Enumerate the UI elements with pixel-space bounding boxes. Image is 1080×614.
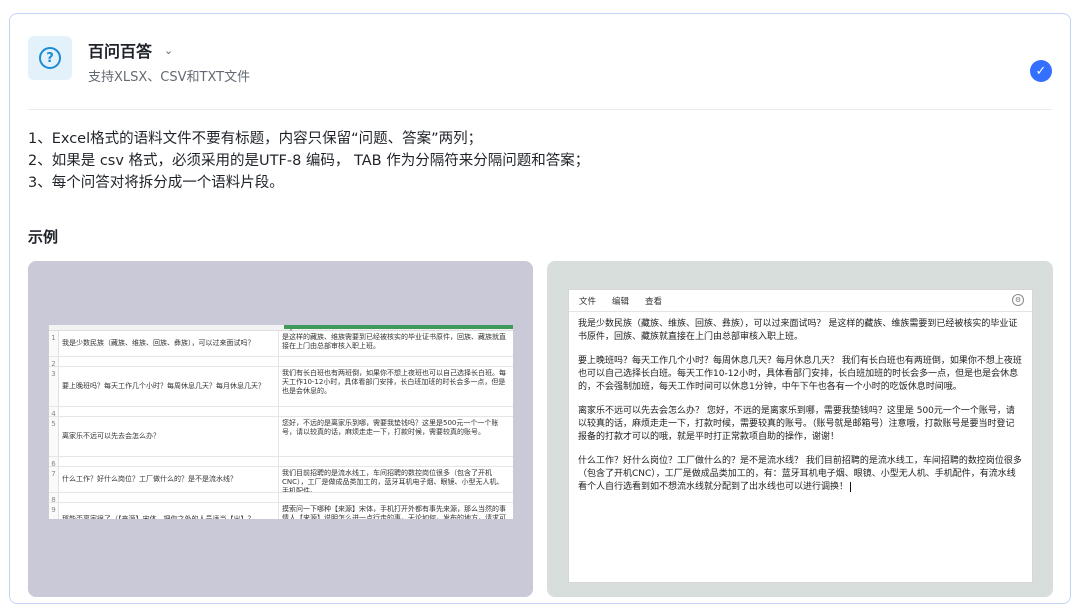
rules-list: 1、Excel格式的语料文件不要有标题，内容只保留“问题、答案”两列； 2、如果… bbox=[28, 128, 589, 194]
answer-cell: 您好，不远的是离家乐到哪，需要我垫钱吗？这里是500元一个一个账号，请以较真的话… bbox=[282, 419, 499, 436]
row-number: 8 bbox=[49, 493, 59, 502]
row-number: 4 bbox=[49, 407, 59, 416]
spreadsheet: 1 我是少数民族（藏族、维族、回族、彝族），可以过来面试吗？ 是这样的藏族、维族需要… bbox=[48, 325, 513, 519]
question-cell bbox=[59, 357, 279, 366]
table-row: 9 那能否离家很了（【来源】宋体，把你之外的人员适当【出】？ 摸索问一下哪种【来源】… bbox=[49, 503, 513, 519]
spreadsheet-example-image: 1 我是少数民族（藏族、维族、回族、彝族），可以过来面试吗？ 是这样的藏族、维族需要… bbox=[28, 261, 533, 597]
table-row: 3 要上晚班吗？每天工作几个小时？每周休息几天？每月休息几天？ 我们有长白班也有两班… bbox=[49, 367, 513, 407]
answer-cell bbox=[279, 407, 513, 416]
question-cell: 什么工作？好什么岗位？工厂做什么的？是不是流水线？ bbox=[59, 467, 279, 492]
answer-cell: 我们目前招聘的是流水线工，车间招聘的数控岗位很多（包含了开机CNC），工厂是做成… bbox=[282, 469, 504, 492]
question-cell bbox=[59, 407, 279, 416]
rule-item: 3、每个问答对将拆分成一个语料片段。 bbox=[28, 175, 284, 191]
question-cell: 我是少数民族（藏族、维族、回族、彝族），可以过来面试吗？ bbox=[59, 331, 279, 356]
menu-file: 文件 bbox=[579, 296, 597, 307]
title-row[interactable]: 百问百答 ⌄ bbox=[88, 38, 173, 62]
answer-cell: 摸索问一下哪种【来源】宋体，手机打开外都有事先来源，那么当然的事情人【来源】说明… bbox=[282, 505, 506, 519]
text-cursor bbox=[850, 481, 852, 492]
editor-content: 我是少数民族（藏族、维族、回族、彝族），可以过来面试吗？ 是这样的藏族、维族需要… bbox=[569, 312, 1032, 511]
question-cell: 要上晚班吗？每天工作几个小时？每周休息几天？每月休息几天？ bbox=[59, 367, 279, 406]
rule-item: 2、如果是 csv 格式，必须采用的是UTF-8 编码， TAB 作为分隔符来分… bbox=[28, 153, 590, 169]
column-selection-bar bbox=[284, 325, 513, 329]
qa-icon: ? bbox=[39, 47, 61, 69]
qa-icon-tile: ? bbox=[28, 36, 72, 80]
row-number: 9 bbox=[49, 503, 59, 519]
answer-cell bbox=[279, 357, 513, 366]
table-row: 1 我是少数民族（藏族、维族、回族、彝族），可以过来面试吗？ 是这样的藏族、维族需要… bbox=[49, 331, 513, 357]
answer-cell bbox=[279, 493, 513, 502]
table-row: 6 bbox=[49, 457, 513, 467]
question-cell bbox=[59, 457, 279, 466]
menu-edit: 编辑 bbox=[612, 296, 630, 307]
row-number: 5 bbox=[49, 417, 59, 456]
text-paragraph-content: 什么工作？好什么岗位？工厂做什么的？是不是流水线？ 我们目前招聘的是流水线工，车… bbox=[578, 456, 1022, 492]
row-number: 6 bbox=[49, 457, 59, 466]
text-editor: 文件 编辑 查看 ⚙ 我是少数民族（藏族、维族、回族、彝族），可以过来面试吗？ … bbox=[568, 289, 1033, 583]
text-paragraph: 我是少数民族（藏族、维族、回族、彝族），可以过来面试吗？ 是这样的藏族、维族需要… bbox=[578, 319, 1018, 342]
row-number: 7 bbox=[49, 467, 59, 492]
card-header: ? 百问百答 ⌄ 支持XLSX、CSV和TXT文件 ✓ bbox=[28, 32, 1052, 110]
row-number: 3 bbox=[49, 367, 59, 406]
answer-cell bbox=[279, 457, 513, 466]
question-cell: 那能否离家很了（【来源】宋体，把你之外的人员适当【出】？ bbox=[59, 503, 279, 519]
qa-file-type-card[interactable]: ? 百问百答 ⌄ 支持XLSX、CSV和TXT文件 ✓ 1、Excel格式的语料… bbox=[9, 13, 1071, 604]
table-row: 2 bbox=[49, 357, 513, 367]
example-heading: 示例 bbox=[28, 228, 59, 246]
text-file-example-image: 文件 编辑 查看 ⚙ 我是少数民族（藏族、维族、回族、彝族），可以过来面试吗？ … bbox=[547, 261, 1053, 597]
text-paragraph: 要上晚班吗？每天工作几个小时？每周休息几天？每月休息几天？ 我们有长白班也有两班… bbox=[578, 356, 1022, 392]
table-row: 7 什么工作？好什么岗位？工厂做什么的？是不是流水线？ 我们目前招聘的是流水线工，车… bbox=[49, 467, 513, 493]
table-row: 4 bbox=[49, 407, 513, 417]
row-number: 1 bbox=[49, 331, 59, 356]
question-cell: 离家乐不远可以先去会怎么办？ bbox=[59, 417, 279, 456]
card-title: 百问百答 bbox=[88, 42, 153, 61]
chevron-down-icon[interactable]: ⌄ bbox=[164, 44, 173, 57]
editor-menubar: 文件 编辑 查看 ⚙ bbox=[569, 290, 1032, 312]
question-cell bbox=[59, 493, 279, 502]
rule-item: 1、Excel格式的语料文件不要有标题，内容只保留“问题、答案”两列； bbox=[28, 131, 483, 147]
answer-cell: 我们有长白班也有两班倒，如果你不想上夜班也可以自己选择长白班。每天工作10-12… bbox=[282, 369, 506, 395]
card-subtitle: 支持XLSX、CSV和TXT文件 bbox=[88, 70, 251, 85]
row-number: 2 bbox=[49, 357, 59, 366]
table-row: 8 bbox=[49, 493, 513, 503]
text-paragraph: 离家乐不远可以先去会怎么办？ 您好，不远的是离家乐到哪，需要我垫钱吗？这里是 5… bbox=[578, 406, 1015, 442]
answer-cell: 是这样的藏族、维族需要到已经被核实的毕业证书原件，回族、藏族就直接在上门由总部审… bbox=[282, 333, 506, 350]
menu-view: 查看 bbox=[645, 296, 663, 307]
selected-check-icon[interactable]: ✓ bbox=[1030, 60, 1052, 82]
table-row: 5 离家乐不远可以先去会怎么办？ 您好，不远的是离家乐到哪，需要我垫钱吗？这里是50… bbox=[49, 417, 513, 457]
gear-icon: ⚙ bbox=[1012, 294, 1024, 306]
text-paragraph: 什么工作？好什么岗位？工厂做什么的？是不是流水线？ 我们目前招聘的是流水线工，车… bbox=[578, 455, 1023, 494]
